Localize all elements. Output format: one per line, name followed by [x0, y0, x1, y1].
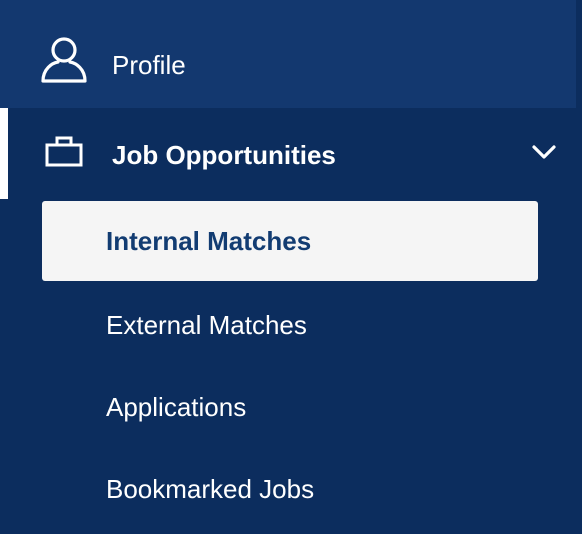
subnav-item-bookmarked-jobs[interactable]: Bookmarked Jobs	[42, 449, 538, 529]
sidebar-item-job-opportunities[interactable]: Job Opportunities	[0, 108, 576, 200]
active-indicator	[0, 108, 8, 199]
subnav-item-label: Bookmarked Jobs	[106, 474, 315, 504]
subnav-item-label: Applications	[106, 392, 247, 422]
sidebar-item-profile[interactable]: Profile	[0, 0, 576, 108]
subnav-item-label: Internal Matches	[106, 226, 312, 256]
sidebar-item-label: Profile	[112, 50, 186, 80]
briefcase-icon	[44, 134, 84, 168]
subnav-item-external-matches[interactable]: External Matches	[42, 285, 538, 365]
chevron-down-icon[interactable]	[530, 142, 558, 162]
subnav-item-label: External Matches	[106, 310, 307, 340]
subnav-item-internal-matches[interactable]: Internal Matches	[42, 201, 538, 281]
sidebar-nav: Profile Job Opportunities Internal Match…	[0, 0, 582, 534]
subnav-item-applications[interactable]: Applications	[42, 367, 538, 447]
sidebar-item-label: Job Opportunities	[112, 140, 336, 170]
user-icon	[40, 36, 88, 84]
